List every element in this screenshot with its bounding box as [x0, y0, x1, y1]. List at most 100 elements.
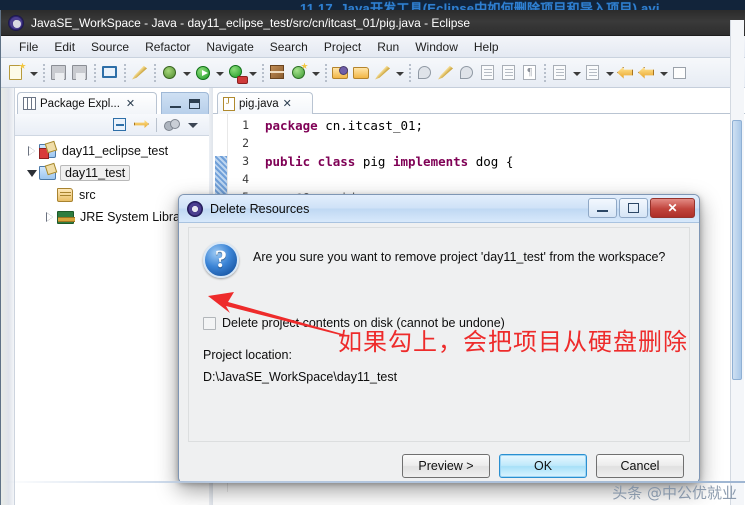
menu-bar: File Edit Source Refactor Navigate Searc…	[1, 36, 745, 58]
dialog-button-bar: Preview > OK Cancel	[180, 451, 698, 481]
blank-icon[interactable]	[670, 63, 690, 83]
tab-package-explorer[interactable]: Package Expl... ✕	[17, 92, 157, 114]
chevron-down-icon[interactable]	[25, 162, 39, 184]
project-location-path: D:\JavaSE_WorkSpace\day11_test	[203, 370, 398, 384]
minimize-icon[interactable]	[170, 99, 181, 108]
menu-item-run[interactable]: Run	[369, 39, 407, 55]
menu-item-source[interactable]: Source	[83, 39, 137, 55]
view-menu-arrow-icon[interactable]	[185, 117, 201, 133]
dialog-message: Are you sure you want to remove project …	[253, 250, 666, 264]
code-line: 4	[229, 170, 745, 188]
editor-source-lines: 1 package cn.itcast_01; 2 3 public class…	[229, 116, 745, 212]
menu-item-help[interactable]: Help	[466, 39, 507, 55]
delete-contents-checkbox[interactable]	[203, 316, 216, 330]
menu-item-navigate[interactable]: Navigate	[198, 39, 261, 55]
chevron-right-icon[interactable]	[25, 140, 39, 162]
close-icon[interactable]: ✕	[126, 97, 135, 110]
code-token: cn.itcast_01;	[317, 117, 424, 133]
watermark-text: 头条 @中公优就业	[612, 484, 737, 502]
pen-icon[interactable]	[373, 63, 393, 83]
minimize-button[interactable]	[588, 198, 617, 218]
new-dropdown-arrow-icon[interactable]	[28, 63, 39, 83]
eclipse-logo-icon	[187, 200, 203, 217]
link-with-editor-icon[interactable]	[134, 117, 150, 133]
tree-item-day11-test[interactable]: day11_test	[15, 162, 209, 184]
tree-item-day11-eclipse-test[interactable]: day11_eclipse_test	[15, 140, 209, 162]
dialog-title-bar[interactable]: Delete Resources ✕	[179, 195, 699, 223]
menu-item-file[interactable]: File	[11, 39, 46, 55]
toggle-breakpoint-icon[interactable]	[130, 63, 150, 83]
next-annotation-arrow-icon[interactable]	[571, 63, 582, 83]
pilcrow-icon[interactable]: ¶	[520, 63, 540, 83]
annotation-text: 如果勾上，会把项目从硬盘删除	[338, 328, 688, 356]
menu-item-window[interactable]: Window	[407, 39, 466, 55]
cancel-button[interactable]: Cancel	[596, 454, 684, 478]
eclipse-title-bar: JavaSE_WorkSpace - Java - day11_eclipse_…	[1, 10, 745, 36]
save-icon[interactable]	[49, 63, 69, 83]
code-token: pig	[355, 153, 393, 169]
menu-item-edit[interactable]: Edit	[46, 39, 83, 55]
next-annotation-icon[interactable]	[550, 63, 570, 83]
close-icon[interactable]: ✕	[283, 97, 292, 110]
tree-item-label: src	[79, 188, 96, 202]
show-whitespace-icon[interactable]	[499, 63, 519, 83]
line-number: 2	[242, 136, 249, 150]
preview-button[interactable]: Preview >	[402, 454, 490, 478]
collapse-all-icon[interactable]	[112, 117, 128, 133]
history-dropdown-arrow-icon[interactable]	[658, 63, 669, 83]
new-java-package-icon[interactable]	[268, 63, 288, 83]
open-resource-icon[interactable]	[352, 63, 372, 83]
fast-view-bar	[1, 88, 15, 505]
project-location-label: Project location:	[203, 348, 292, 362]
run-external-dropdown-arrow-icon[interactable]	[247, 63, 258, 83]
forward-icon[interactable]	[637, 63, 657, 83]
maximize-button[interactable]	[619, 198, 648, 218]
toolbar-separator	[94, 63, 96, 82]
toolbar-separator	[262, 63, 264, 82]
save-all-icon[interactable]	[70, 63, 90, 83]
menu-item-search[interactable]: Search	[262, 39, 316, 55]
previous-annotation-icon[interactable]	[583, 63, 603, 83]
package-explorer-icon	[23, 97, 36, 110]
line-number: 1	[242, 118, 249, 132]
open-type-icon[interactable]	[331, 63, 351, 83]
source-folder-icon	[57, 188, 73, 202]
menu-item-refactor[interactable]: Refactor	[137, 39, 198, 55]
scrollbar-thumb[interactable]	[732, 120, 742, 380]
code-line: 3 public class pig implements dog {	[229, 152, 745, 170]
view-menu-icon[interactable]	[163, 117, 180, 133]
back-icon[interactable]	[616, 63, 636, 83]
dialog-title: Delete Resources	[210, 201, 310, 216]
tab-pig-java[interactable]: pig.java ✕	[217, 92, 313, 114]
view-window-controls	[161, 92, 209, 114]
ok-button[interactable]: OK	[499, 454, 587, 478]
toolbar-separator	[544, 63, 546, 82]
brush-icon[interactable]	[436, 63, 456, 83]
pen-dropdown-arrow-icon[interactable]	[394, 63, 405, 83]
annotation-icon[interactable]	[457, 63, 477, 83]
close-button[interactable]: ✕	[650, 198, 695, 218]
print-screen-icon[interactable]	[100, 63, 120, 83]
dialog-window-buttons: ✕	[588, 198, 695, 218]
next-edit-icon[interactable]	[478, 63, 498, 83]
refresh-dropdown-arrow-icon[interactable]	[310, 63, 321, 83]
previous-annotation-arrow-icon[interactable]	[604, 63, 615, 83]
new-wizard-icon[interactable]	[7, 62, 27, 83]
page-scrollbar[interactable]	[730, 20, 744, 505]
code-token: dog {	[468, 153, 514, 169]
run-external-tools-icon[interactable]	[226, 63, 248, 84]
code-token: package	[265, 117, 318, 133]
package-explorer-tab-row: Package Expl... ✕	[15, 92, 209, 114]
debug-dropdown-arrow-icon[interactable]	[181, 63, 192, 83]
search-icon[interactable]	[415, 63, 435, 83]
debug-icon[interactable]	[160, 63, 180, 83]
tree-item-label: day11_test	[60, 165, 131, 181]
menu-item-project[interactable]: Project	[316, 39, 369, 55]
run-icon[interactable]	[193, 63, 213, 83]
chevron-right-icon[interactable]	[43, 206, 57, 228]
toolbar-separator	[325, 63, 327, 82]
eclipse-window-title: JavaSE_WorkSpace - Java - day11_eclipse_…	[31, 15, 471, 30]
maximize-icon[interactable]	[189, 98, 200, 109]
refresh-icon[interactable]	[289, 62, 309, 83]
run-dropdown-arrow-icon[interactable]	[214, 63, 225, 83]
